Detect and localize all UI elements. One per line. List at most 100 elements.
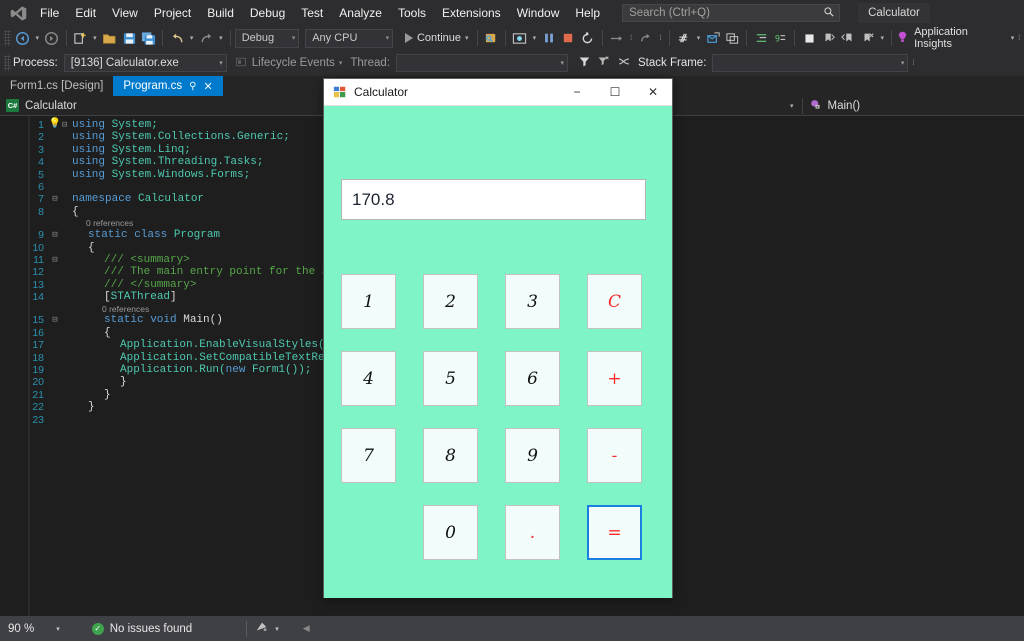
open-file-icon[interactable] — [100, 27, 120, 49]
toolbar-overflow-icon[interactable]: ▾ — [529, 27, 539, 49]
lifecycle-icon[interactable] — [235, 56, 247, 71]
undo-icon[interactable] — [167, 27, 187, 49]
close-button[interactable]: ✕ — [634, 79, 672, 106]
procbar-grip[interactable] — [4, 55, 11, 71]
bookmark-prev-icon[interactable] — [838, 27, 858, 49]
tab-program-cs[interactable]: Program.cs ⚲ ✕ — [113, 76, 222, 96]
calculator-title-bar[interactable]: Calculator − ☐ ✕ — [324, 79, 672, 106]
intellicode-caret-icon[interactable]: ▾ — [694, 27, 704, 49]
screenshot-icon[interactable] — [510, 27, 530, 49]
calc-key-4[interactable]: 4 — [341, 351, 396, 406]
menu-item-file[interactable]: File — [32, 0, 67, 26]
shuffle-icon[interactable] — [617, 55, 631, 71]
chevron-down-icon[interactable]: ▾ — [790, 102, 794, 110]
calc-key-0[interactable]: 0 — [423, 505, 478, 560]
menu-item-build[interactable]: Build — [199, 0, 242, 26]
collapse-arrow-icon[interactable]: ◀ — [303, 623, 310, 634]
step-over-icon[interactable] — [607, 27, 627, 49]
bookmark-next-icon[interactable] — [819, 27, 839, 49]
calc-key-6[interactable]: 6 — [505, 351, 560, 406]
publish-icon[interactable] — [255, 620, 269, 637]
navigate-forward-icon[interactable] — [42, 27, 62, 49]
calc-key-8[interactable]: 8 — [423, 428, 478, 483]
search-input[interactable]: Search (Ctrl+Q) — [622, 4, 840, 22]
step-into-icon[interactable] — [636, 27, 656, 49]
menu-item-tools[interactable]: Tools — [390, 0, 434, 26]
fold-toggle-icon[interactable]: ⊟ — [48, 229, 62, 241]
continue-button[interactable]: Continue ▾ — [401, 32, 473, 44]
step-over-caret-icon[interactable]: ⁞ — [626, 27, 636, 49]
calc-key-clear[interactable]: C — [587, 274, 642, 329]
hot-reload-icon[interactable] — [482, 27, 502, 49]
stack-frame-dropdown[interactable]: ▾ — [712, 54, 908, 72]
thread-dropdown[interactable]: ▾ — [396, 54, 568, 72]
menu-item-extensions[interactable]: Extensions — [434, 0, 509, 26]
calc-key-2[interactable]: 2 — [423, 274, 478, 329]
restart-icon[interactable] — [578, 27, 598, 49]
toolbar-grip[interactable] — [4, 30, 11, 46]
fold-toggle-icon[interactable]: ⊟ — [48, 254, 62, 266]
calc-key-7[interactable]: 7 — [341, 428, 396, 483]
configuration-dropdown[interactable]: Debug ▾ — [235, 29, 300, 48]
menu-item-test[interactable]: Test — [293, 0, 331, 26]
stop-icon[interactable] — [559, 27, 579, 49]
solution-chip[interactable]: Calculator — [858, 3, 930, 23]
bookmark-overflow-icon[interactable]: ▾ — [877, 27, 887, 49]
menu-item-debug[interactable]: Debug — [242, 0, 293, 26]
pause-icon[interactable] — [539, 27, 559, 49]
minimize-button[interactable]: − — [558, 79, 596, 106]
redo-caret-icon[interactable]: ▾ — [216, 27, 226, 49]
calc-key-minus[interactable]: - — [587, 428, 642, 483]
navigate-back-icon[interactable] — [13, 27, 33, 49]
fold-toggle-icon[interactable]: ⊟ — [62, 119, 72, 131]
procbar-overflow-icon[interactable]: ⁞ — [908, 52, 918, 74]
undo-caret-icon[interactable]: ▾ — [187, 27, 197, 49]
tab-form1-design[interactable]: Form1.cs [Design] — [0, 76, 113, 96]
menu-item-analyze[interactable]: Analyze — [331, 0, 390, 26]
pin-icon[interactable]: ⚲ — [189, 81, 196, 92]
application-insights-button[interactable]: Application Insights ▾ — [896, 26, 1014, 50]
calculator-window[interactable]: Calculator − ☐ ✕ 170.8 123C 456 +789- 0. = — [323, 78, 673, 598]
platform-dropdown[interactable]: Any CPU ▾ — [305, 29, 393, 48]
process-dropdown[interactable]: [9136] Calculator.exe ▾ — [64, 54, 227, 72]
bookmark-clear-icon[interactable] — [858, 27, 878, 49]
member-dropdown[interactable]: Main() — [803, 96, 867, 116]
step-out-icon[interactable]: ⁞ — [655, 27, 665, 49]
bookmark-icon[interactable] — [799, 27, 819, 49]
intellicode-icon[interactable] — [674, 27, 694, 49]
filter-icon[interactable] — [578, 55, 591, 71]
calc-key-1[interactable]: 1 — [341, 274, 396, 329]
navigate-back-caret-icon[interactable]: ▾ — [32, 27, 42, 49]
toolbar-options-icon[interactable]: ⁞ — [1014, 27, 1024, 49]
menu-item-window[interactable]: Window — [509, 0, 568, 26]
maximize-button[interactable]: ☐ — [596, 79, 634, 106]
calc-key-plus[interactable]: + — [587, 351, 642, 406]
menu-item-help[interactable]: Help — [567, 0, 608, 26]
menu-item-edit[interactable]: Edit — [67, 0, 104, 26]
calc-key-3[interactable]: 3 — [505, 274, 560, 329]
save-icon[interactable] — [119, 27, 139, 49]
fold-toggle-icon[interactable]: ⊟ — [48, 193, 62, 205]
close-icon[interactable]: ✕ — [203, 80, 212, 93]
live-share-icon[interactable] — [703, 27, 723, 49]
calculator-display[interactable]: 170.8 — [341, 179, 646, 220]
calc-key-decimal[interactable]: . — [505, 505, 560, 560]
issues-status[interactable]: ✓ No issues found — [92, 623, 192, 635]
lightbulb-icon[interactable]: 💡 — [48, 119, 62, 131]
menu-item-view[interactable]: View — [104, 0, 146, 26]
comments-icon[interactable] — [723, 27, 743, 49]
save-all-icon[interactable] — [139, 27, 159, 49]
fold-toggle-icon[interactable]: ⊟ — [48, 314, 62, 326]
filter-clear-icon[interactable] — [597, 55, 610, 71]
calc-key-equals[interactable]: = — [587, 505, 642, 560]
calc-key-9[interactable]: 9 — [505, 428, 560, 483]
redo-icon[interactable] — [197, 27, 217, 49]
comment-out-icon[interactable]: 9 — [771, 27, 791, 49]
zoom-dropdown[interactable]: 90 % ▾ — [0, 623, 68, 635]
menu-item-project[interactable]: Project — [146, 0, 199, 26]
publish-caret-icon[interactable]: ▾ — [275, 625, 279, 633]
new-project-caret-icon[interactable]: ▾ — [90, 27, 100, 49]
indent-icon[interactable] — [751, 27, 771, 49]
calc-key-5[interactable]: 5 — [423, 351, 478, 406]
new-project-icon[interactable] — [71, 27, 91, 49]
